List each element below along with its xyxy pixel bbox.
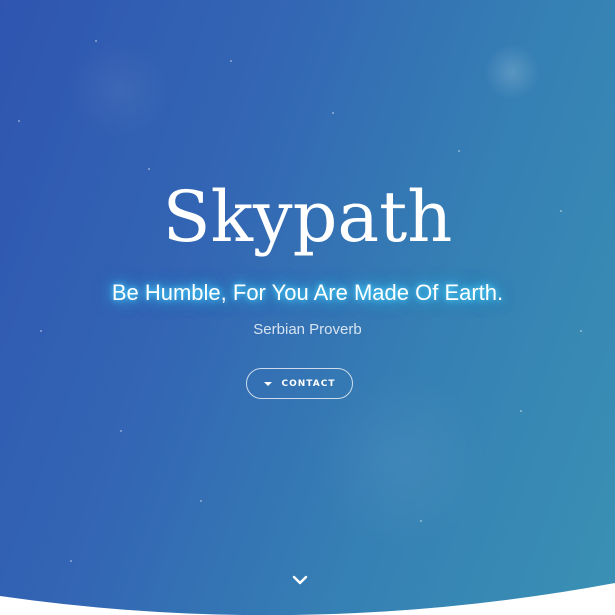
hero-section: Skypath Be Humble, For You Are Made Of E…: [0, 0, 615, 615]
chevron-down-icon[interactable]: [290, 573, 310, 589]
bottom-curve-divider: [0, 583, 615, 615]
